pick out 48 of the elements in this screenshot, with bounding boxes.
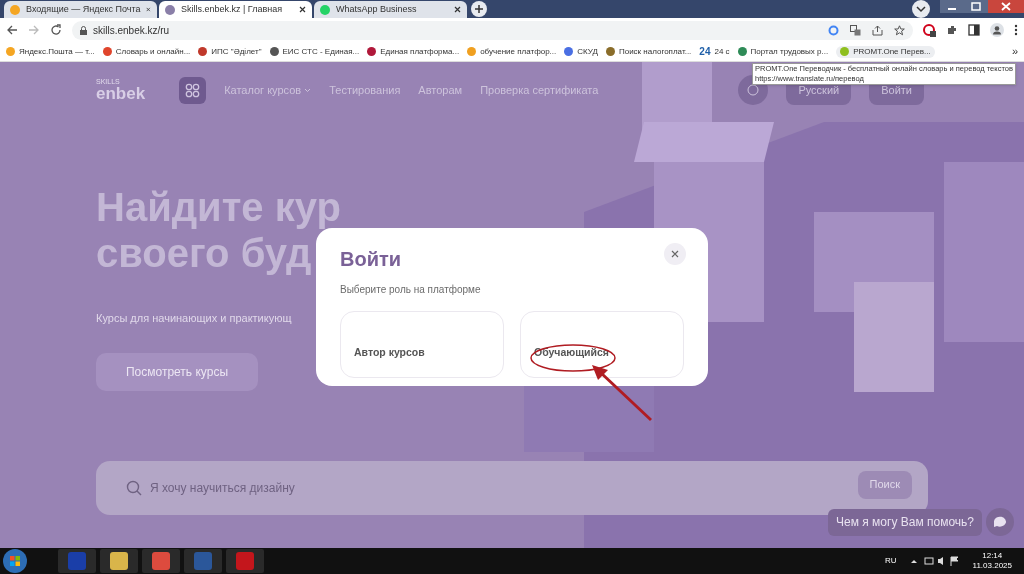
search-icon bbox=[126, 479, 142, 496]
translate-icon[interactable] bbox=[850, 24, 861, 36]
browser-tab[interactable]: WhatsApp Business bbox=[314, 1, 467, 18]
dialog-subtitle: Выберите роль на платформе bbox=[340, 283, 482, 297]
maximize-icon[interactable] bbox=[964, 0, 988, 13]
bookmark-item[interactable]: ЕИС СТС - Единая... bbox=[269, 45, 360, 58]
chat-prompt[interactable]: Чем я могу Вам помочь? bbox=[828, 508, 982, 536]
role-card[interactable]: Автор курсов bbox=[340, 311, 504, 378]
profile-icon[interactable] bbox=[990, 23, 1004, 37]
chat-icon[interactable] bbox=[986, 508, 1014, 536]
tab-search-icon[interactable] bbox=[912, 0, 930, 18]
share-icon[interactable] bbox=[872, 24, 883, 36]
bookmark-item[interactable]: ИПС "Әділет" bbox=[198, 45, 262, 58]
star-icon[interactable] bbox=[894, 24, 905, 36]
annotation-arrow bbox=[590, 364, 654, 422]
dialog-title: Войти bbox=[340, 247, 402, 272]
lock-icon bbox=[80, 25, 87, 35]
logo-wordmark: enbek bbox=[96, 85, 146, 102]
apps-grid-icon[interactable] bbox=[179, 76, 207, 104]
browser-tab[interactable]: Skills.enbek.kz | Главная bbox=[159, 1, 312, 18]
bookmark-item[interactable]: PROMT.One Перев... bbox=[836, 45, 935, 58]
bookmark-item[interactable]: Словарь и онлайн... bbox=[102, 45, 191, 58]
system-clock[interactable]: 12:14 11.03.2025 bbox=[972, 551, 1012, 571]
bookmark-logo-text: 24 bbox=[699, 45, 711, 59]
bookmark-item[interactable]: Единая платформа... bbox=[367, 45, 460, 58]
language-indicator[interactable]: RU bbox=[885, 555, 897, 567]
browser-tab[interactable]: Входящие — Яндекс Почта bbox=[4, 1, 157, 18]
tray-icons-icon[interactable] bbox=[910, 556, 959, 566]
bookmark-item[interactable]: обучение платфор... bbox=[467, 45, 557, 58]
bookmark-item[interactable]: СКУД bbox=[564, 45, 598, 58]
close-window-icon[interactable] bbox=[988, 0, 1024, 13]
minimize-icon[interactable] bbox=[940, 0, 964, 13]
bookmark-item[interactable]: Портал трудовых р... bbox=[737, 45, 829, 58]
back-icon[interactable] bbox=[6, 24, 18, 36]
new-tab-icon[interactable] bbox=[471, 1, 487, 17]
address-field[interactable]: skills.enbek.kz/ru bbox=[72, 20, 913, 40]
bookmark-item[interactable]: 24 24 с bbox=[699, 44, 730, 59]
menu-icon[interactable] bbox=[1014, 24, 1018, 36]
overflow-chevron[interactable]: » bbox=[1011, 43, 1018, 60]
reload-icon[interactable] bbox=[50, 24, 62, 36]
puzzle-icon[interactable] bbox=[946, 24, 958, 36]
side-panel-icon[interactable] bbox=[968, 24, 980, 36]
close-icon[interactable] bbox=[454, 6, 461, 13]
close-icon[interactable] bbox=[299, 6, 306, 13]
start-button-icon[interactable] bbox=[2, 548, 28, 574]
bookmark-item[interactable]: Яндекс.Пошта — т... bbox=[6, 45, 95, 58]
bookmark-item[interactable]: Поиск налогоплат... bbox=[605, 45, 692, 58]
hero-subtitle: Курсы для начинающих и практикующ bbox=[96, 311, 292, 326]
